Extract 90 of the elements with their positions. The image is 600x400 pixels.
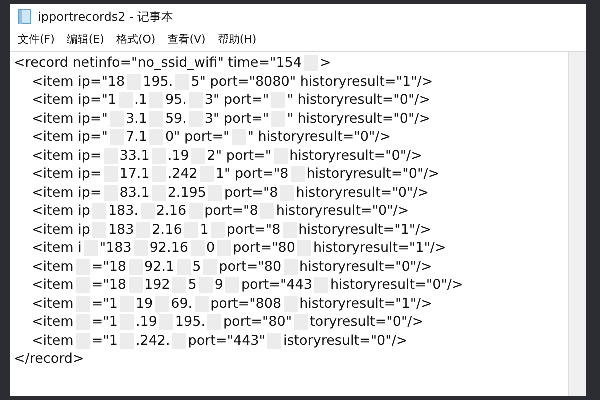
code-text: 33.1	[120, 146, 150, 165]
code-text: <item ip="	[32, 110, 108, 128]
code-text: historyresult="0"/>	[306, 165, 440, 184]
code-text: >	[320, 54, 332, 72]
menu-item[interactable]: 帮助(H)	[218, 32, 257, 47]
menu-item[interactable]: 格式(O)	[116, 32, 156, 47]
window-title: ipportrecords2 - 记事本	[38, 8, 174, 26]
code-text: <item ip	[32, 202, 90, 220]
code-text: 59.	[165, 110, 187, 128]
code-text: 69.	[171, 294, 193, 313]
code-text: 2.195	[168, 184, 206, 202]
code-text: 192	[144, 276, 170, 294]
code-text: <item	[32, 258, 74, 276]
notepad-icon	[18, 9, 32, 25]
code-text: 9	[214, 276, 224, 294]
code-text: historyresult="0"/>	[290, 146, 422, 165]
code-text: historyresult="0"/>	[300, 258, 432, 276]
code-text: port="80"	[223, 313, 292, 332]
code-text: "183	[100, 239, 132, 258]
code-text: " historyresult="0"/>	[248, 128, 392, 146]
code-text: 17.1	[120, 165, 150, 184]
code-text: " historyresult="0"/>	[287, 91, 431, 110]
code-text: 83.1	[120, 184, 150, 202]
code-text: ="1	[92, 332, 118, 350]
code-text: historyresult="0"/>	[330, 276, 464, 294]
code-text: <item ip=	[32, 165, 102, 184]
code-text: <item	[32, 332, 74, 350]
code-text: 183.	[108, 202, 138, 220]
code-text: 5	[188, 276, 197, 294]
code-text: port="80	[219, 258, 282, 276]
code-text: 92.16	[150, 239, 188, 258]
code-text: <item	[32, 294, 74, 313]
code-text: 183	[108, 220, 134, 239]
code-text: 7.1	[126, 128, 148, 146]
code-text: " historyresult="0"/>	[287, 110, 431, 128]
code-text: ="1	[92, 313, 118, 332]
code-text: <item ip	[32, 220, 90, 239]
code-text: 5" port="8080" historyresult="1"/>	[191, 72, 434, 91]
code-text: toryresult="0"/>	[310, 313, 424, 332]
code-text: 3" port="	[204, 91, 270, 110]
code-text: <item ip="18	[32, 72, 126, 91]
code-text: ="1	[92, 294, 118, 313]
code-text: 0" port="	[165, 128, 230, 146]
code-text: .1	[134, 91, 148, 110]
code-text: historyresult="1"/>	[300, 294, 432, 313]
code-text: 5	[192, 258, 202, 276]
code-text: ="18	[92, 258, 127, 276]
code-text: port="8	[204, 202, 258, 220]
code-text: <item ip=	[32, 184, 102, 202]
code-text: .242	[168, 165, 198, 184]
code-text: 195.	[143, 72, 174, 91]
code-text: 92.1	[144, 258, 175, 276]
code-text: historyresult="0"/>	[276, 202, 410, 220]
code-text: port="443"	[188, 332, 266, 350]
code-text: ="18	[92, 276, 127, 294]
menu-item[interactable]: 文件(F)	[18, 32, 55, 47]
code-text: <item	[32, 313, 74, 332]
code-text: .19	[168, 146, 190, 165]
code-text: port="8	[226, 220, 281, 239]
code-text: 1	[200, 220, 209, 239]
code-text: <item ip=	[32, 146, 102, 165]
code-text: port="443	[241, 276, 312, 294]
code-text: <item i	[32, 239, 82, 258]
code-text: <item	[32, 276, 74, 294]
code-text: 1" port="8	[216, 165, 289, 184]
code-text: 3.1	[126, 110, 148, 128]
code-text: istoryresult="0"/>	[283, 332, 408, 350]
code-text: 0	[206, 239, 216, 258]
code-text: 19	[136, 294, 154, 313]
code-text: 3" port="	[204, 110, 270, 128]
code-text: .242.	[136, 332, 170, 350]
code-text: 95.	[165, 91, 187, 110]
code-text: port="808	[210, 294, 282, 313]
code-text: <item ip="	[32, 128, 108, 146]
code-text: port="80	[233, 239, 296, 258]
code-text: historyresult="1"/>	[298, 220, 432, 239]
code-text: </record>	[14, 350, 84, 368]
code-text: <record netinfo="no_ssid_wifi" time="154	[14, 54, 302, 72]
code-text: <item ip="1	[32, 91, 117, 110]
code-text: 2.16	[156, 202, 187, 220]
code-text: historyresult="0"/>	[296, 184, 430, 202]
menu-item[interactable]: 查看(V)	[168, 32, 206, 47]
code-text: 2.16	[152, 220, 182, 239]
code-text: 195.	[175, 313, 206, 332]
code-text: 2" port="	[207, 146, 272, 165]
menu-item[interactable]: 编辑(E)	[66, 32, 104, 47]
code-text: port="8	[224, 184, 278, 202]
scrollbar[interactable]	[568, 52, 586, 396]
code-text: .19	[136, 313, 158, 332]
code-text: historyresult="1"/>	[313, 239, 446, 258]
